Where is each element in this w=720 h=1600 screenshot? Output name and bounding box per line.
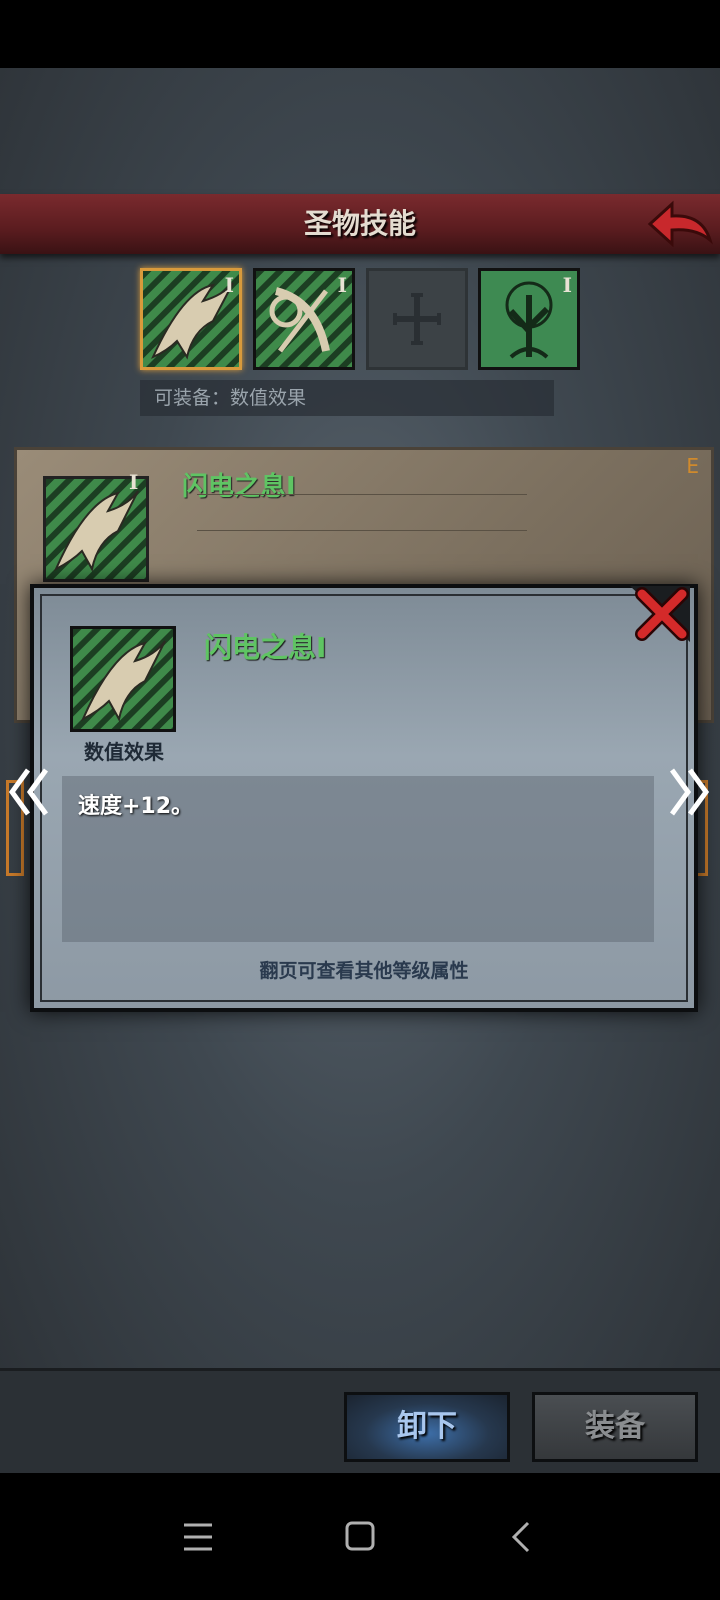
skill-description: 速度+12。: [78, 794, 194, 819]
divider: [197, 494, 527, 495]
effect-type-label: 数值效果: [84, 740, 164, 764]
back-arrow-icon[interactable]: [646, 200, 714, 248]
equip-type-hint: 可装备：数值效果: [140, 380, 554, 416]
empty-cross-slot-icon: [393, 293, 441, 345]
menu-icon[interactable]: [168, 1509, 228, 1565]
skill-slot-empty[interactable]: [366, 268, 468, 370]
divider: [197, 530, 527, 531]
slot-level: I: [337, 273, 347, 297]
card-level: I: [129, 470, 139, 494]
equip-button[interactable]: 装备: [532, 1392, 698, 1462]
lightning-breath-icon: [70, 626, 176, 732]
unequip-button[interactable]: 卸下: [344, 1392, 510, 1462]
slot-level: I: [562, 273, 572, 297]
card-grade: E: [686, 454, 699, 478]
page-title: 圣物技能: [303, 207, 416, 240]
skill-slot-1[interactable]: I: [140, 268, 242, 370]
page-flip-hint: 翻页可查看其他等级属性: [259, 960, 469, 982]
slot-level: I: [224, 273, 234, 297]
skill-slot-4[interactable]: I: [478, 268, 580, 370]
dialog-skill-name: 闪电之息I: [204, 631, 327, 664]
card-skill-name: 闪电之息I: [182, 472, 296, 502]
chevron-right-icon[interactable]: [664, 764, 712, 820]
skill-popup-dialog: 数值效果 闪电之息I 速度+12。 翻页可查看其他等级属性: [30, 584, 698, 1012]
system-nav-bar: [0, 1473, 720, 1600]
chevron-left-icon[interactable]: [6, 764, 54, 820]
back-icon[interactable]: [492, 1509, 552, 1565]
title-bar: 圣物技能: [0, 194, 720, 254]
close-icon[interactable]: [630, 586, 690, 642]
home-icon[interactable]: [330, 1509, 390, 1565]
skill-slot-2[interactable]: I: [253, 268, 355, 370]
